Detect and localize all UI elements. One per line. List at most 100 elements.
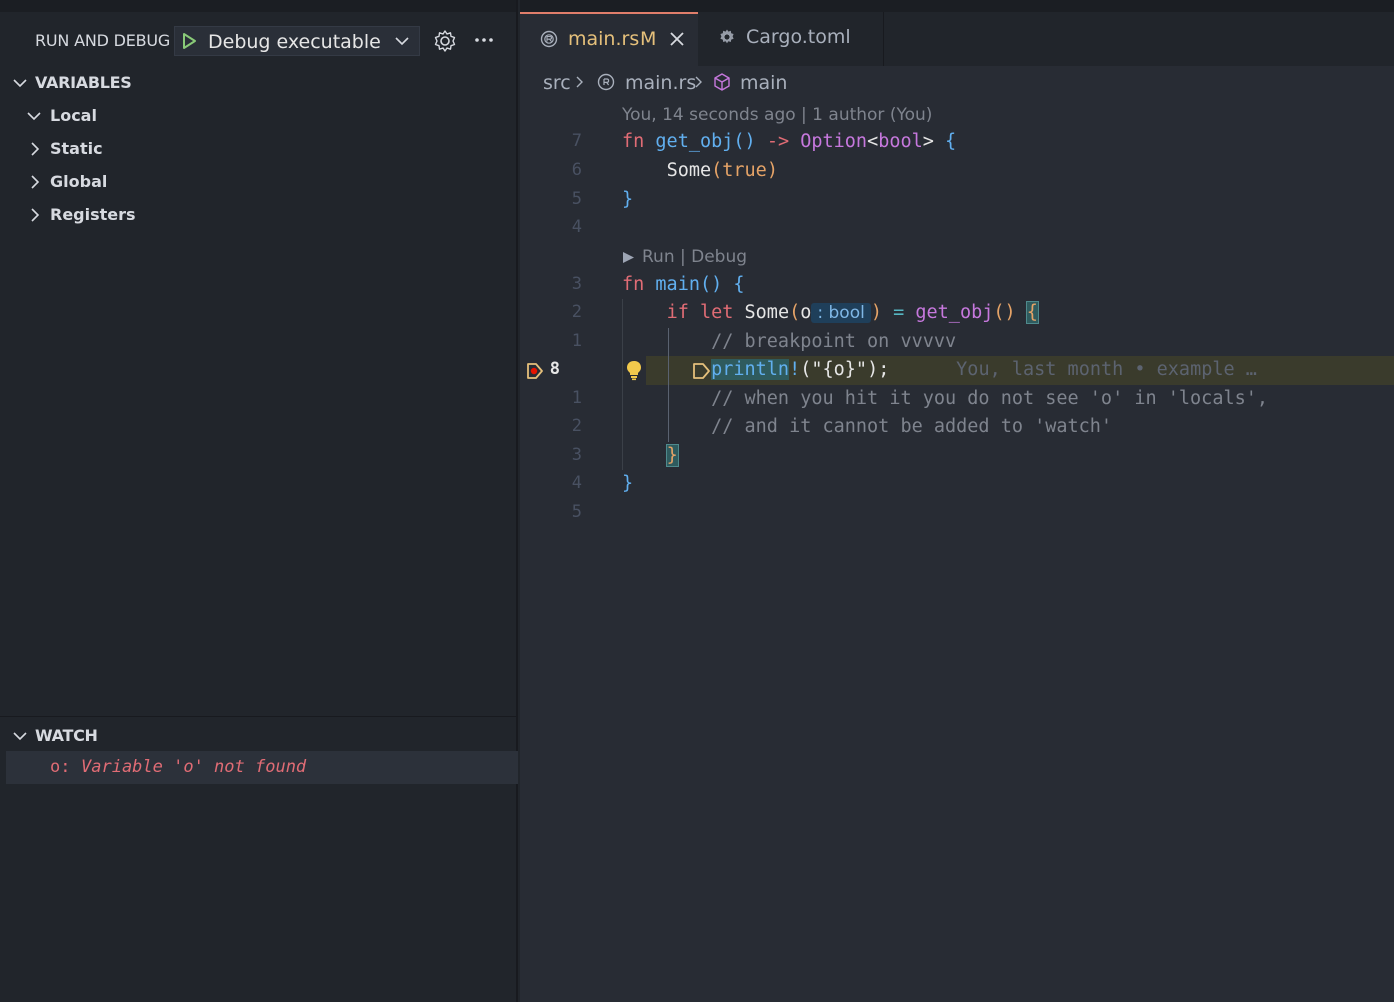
line-number: 8 [549,359,560,379]
tab-cargo-toml[interactable]: Cargo.toml [698,12,884,66]
line-number: 2 [571,416,582,436]
token-punct: ) [766,160,778,181]
run-debug-codelens[interactable]: Run | Debug [642,247,747,267]
breadcrumb: src main.rs main [520,66,1394,100]
run-debug-codelens-row: Run | Debug [520,242,1394,271]
token-brace-matched: { [1025,301,1039,324]
token-punct: < [867,131,879,152]
token-punct: () [733,131,767,152]
comment-text: // and it cannot be added to 'watch' [711,416,1113,437]
line-number: 1 [571,388,582,408]
rust-file-icon [540,30,558,48]
code-text: } [622,444,679,467]
variables-scope-registers[interactable]: Registers [0,200,518,230]
token-punct: ); [867,359,890,380]
chevron-right-icon [576,76,583,88]
tab-main-rs[interactable]: main.rs M [520,12,698,66]
chevron-right-icon [31,175,40,189]
gear-icon[interactable] [432,28,458,54]
breadcrumb-symbol[interactable]: main [740,72,787,94]
watch-error-message: Variable 'o' not found [81,757,307,777]
code-text: fn get_obj() -> Option<bool> { [622,131,956,152]
close-icon[interactable] [668,30,686,48]
modified-badge: M [640,28,657,50]
token-punct: () { [699,274,745,295]
variables-scope-local[interactable]: Local [0,101,518,131]
code-area[interactable]: You, 14 seconds ago | 1 author (You) 7 f… [520,100,1394,1002]
line-number: 5 [571,502,582,522]
scope-label: Local [50,106,97,125]
chevron-down-icon [13,732,27,741]
code-text: fn main() { [622,274,745,295]
type-inlay-hint: : bool [811,303,871,323]
code-line: 5 [520,499,1394,528]
editor-tab-bar: main.rs M Cargo.toml [520,0,1394,66]
token-keyword: fn [622,131,645,152]
blame-codelens[interactable]: You, 14 seconds ago | 1 author (You) [622,105,932,125]
token-function-name: get_obj [655,131,734,152]
token-literal: true [722,160,767,181]
code-line: 5 } [520,186,1394,215]
run-debug-title: RUN AND DEBUG [35,31,171,50]
variables-scope-static[interactable]: Static [0,134,518,164]
tab-label: Cargo.toml [746,26,851,48]
token-macro: println [711,359,790,380]
token-punct: ( [789,302,801,323]
debug-config-label[interactable]: Debug executable 'le [208,31,388,53]
chevron-down-icon[interactable] [393,32,411,50]
scope-label: Static [50,139,103,158]
code-line: 2 // and it cannot be added to 'watch' [520,413,1394,442]
debug-config-select[interactable]: Debug executable 'le [174,26,420,56]
line-number: 6 [571,160,582,180]
variables-scope-global[interactable]: Global [0,167,518,197]
sidebar-top-strip [0,0,516,12]
code-line: 3 } [520,442,1394,471]
line-number: 7 [571,131,582,151]
section-divider [0,716,518,717]
line-number: 2 [571,302,582,322]
token-punct: > [922,131,934,152]
token-identifier: Some [744,302,790,323]
comment-text: // when you hit it you do not see 'o' in… [711,388,1269,409]
rust-file-icon [597,73,615,91]
breadcrumb-file[interactable]: main.rs [625,72,696,94]
watch-item[interactable]: o: Variable 'o' not found [6,751,518,784]
token-punct: ) [870,302,882,323]
token-keyword: if let [666,302,734,323]
token-brace: } [622,473,634,494]
token-function-name: main [655,274,700,295]
token-operator: = [881,302,916,323]
indent-guide [622,299,623,470]
code-line: 4 [520,214,1394,243]
line-number: 1 [571,331,582,351]
variables-section-header[interactable]: VARIABLES [0,68,518,98]
cube-symbol-icon [714,73,730,91]
token-function-call: get_obj [915,302,994,323]
code-comment: // when you hit it you do not see 'o' in… [622,388,1268,409]
editor-pane: main.rs M Cargo.toml src main.rs main Yo… [520,0,1394,1002]
watch-section-header[interactable]: WATCH [0,721,518,751]
code-line: 7 fn get_obj() -> Option<bool> { [520,128,1394,157]
gear-icon [720,29,734,44]
chevron-right-icon [31,208,40,222]
token-type: Option [800,131,868,152]
run-debug-sidebar: RUN AND DEBUG Debug executable 'le VARIA… [0,0,518,1002]
token-brace: { [933,131,957,152]
run-debug-header: RUN AND DEBUG Debug executable 'le [0,12,518,68]
blame-codelens-row: You, 14 seconds ago | 1 author (You) [520,100,1394,129]
indent-guide-active [668,328,669,442]
code-line: 1 // breakpoint on vvvvv [520,328,1394,357]
more-actions-icon[interactable] [472,28,496,52]
token-punct: ( [800,359,812,380]
breadcrumb-folder[interactable]: src [543,72,571,94]
code-line-current: 8 println!("{o}"); You, last month • exa… [520,356,1394,385]
token-brace: } [622,189,634,210]
code-comment: // and it cannot be added to 'watch' [622,416,1112,437]
line-number: 5 [571,189,582,209]
token-keyword: fn [622,274,645,295]
code-line: 1 // when you hit it you do not see 'o' … [520,385,1394,414]
start-debugging-icon[interactable] [179,31,199,51]
code-text: if let Some(o: bool) = get_obj() { [622,301,1039,324]
token-punct: () [993,302,1016,323]
token-type: bool [878,131,923,152]
